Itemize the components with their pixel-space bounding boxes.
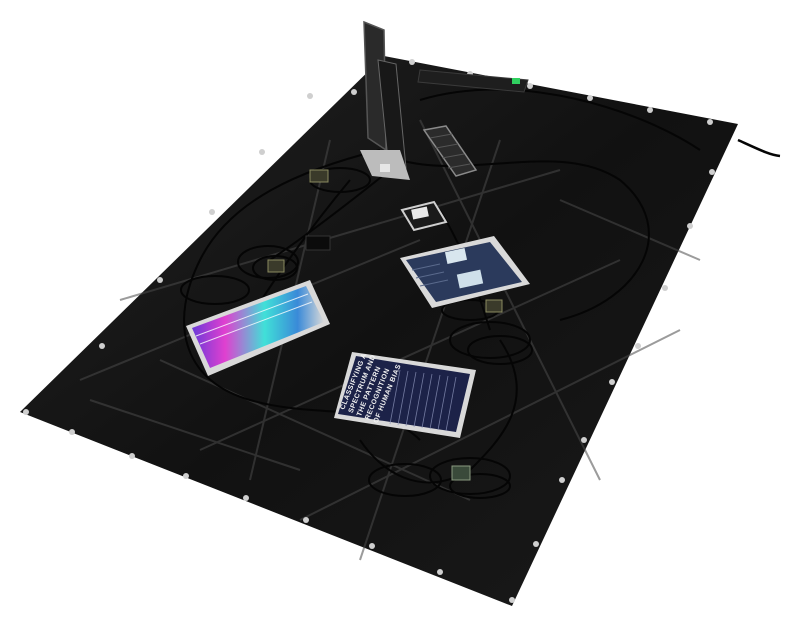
installation-photo: CLASSIFYING A SPECTRUM AND THE PATTERN R… — [20, 20, 781, 606]
black-box — [305, 235, 331, 251]
